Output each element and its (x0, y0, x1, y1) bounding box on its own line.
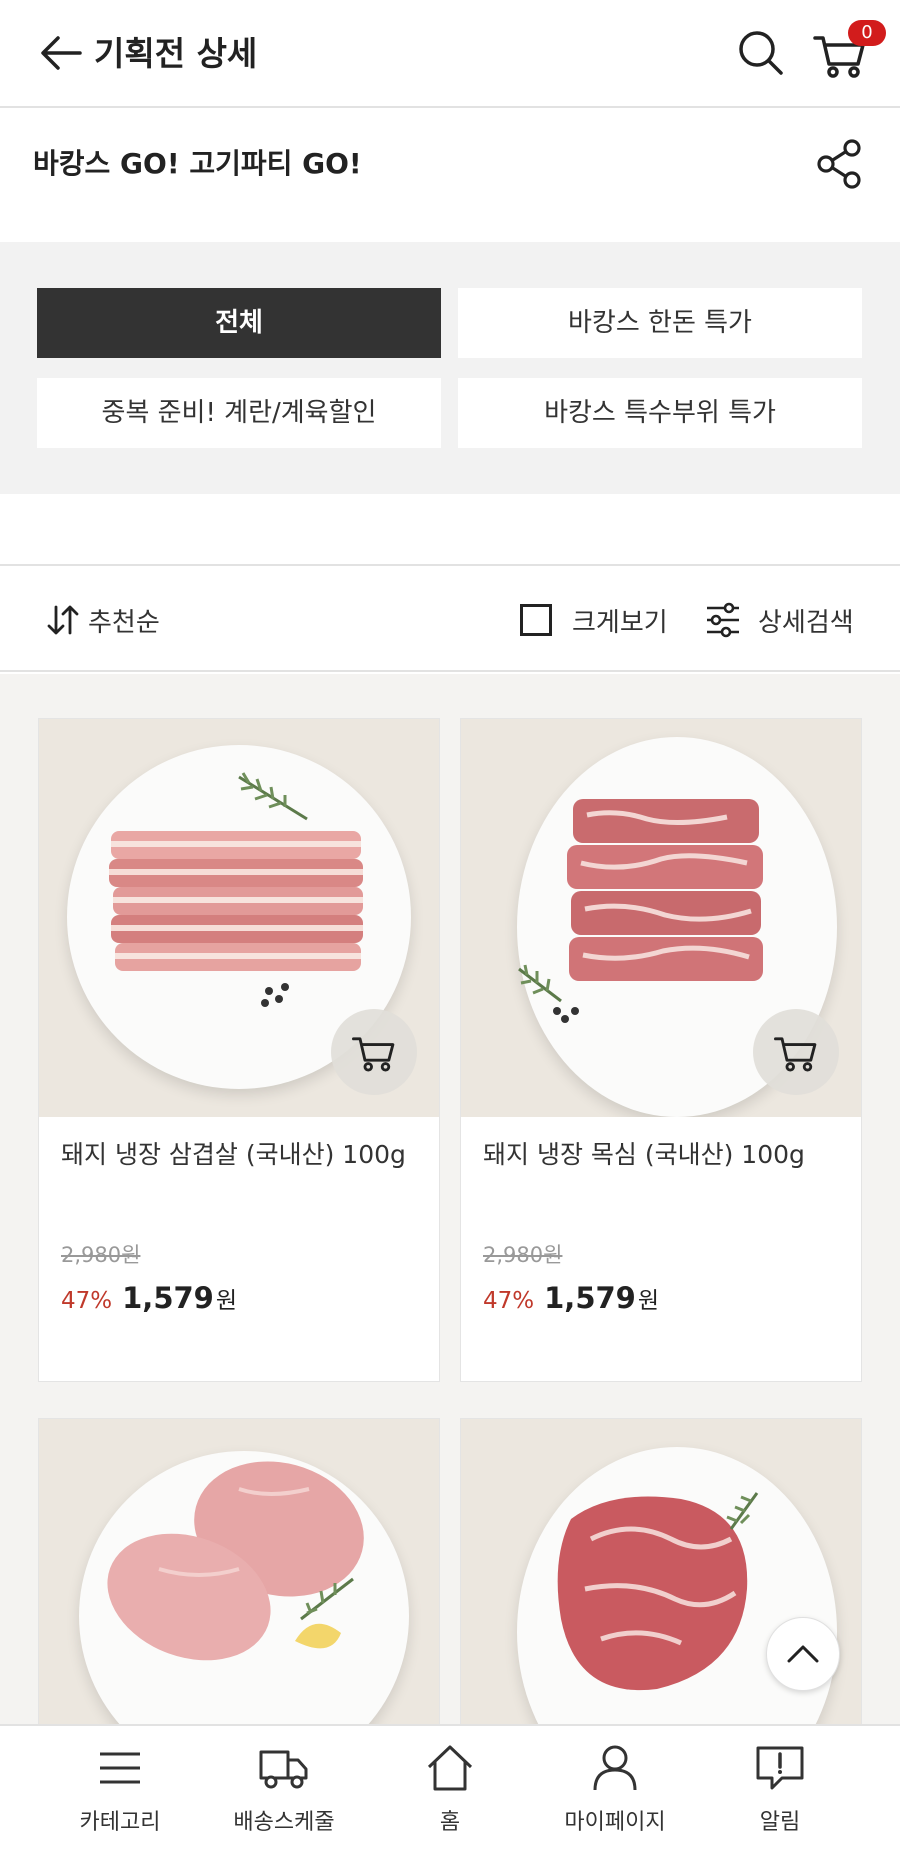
sort-filter-bar: 추천순 크게보기 상세검색 (0, 568, 900, 672)
tab-all[interactable]: 전체 (37, 288, 441, 358)
sort-label: 추천순 (88, 607, 160, 638)
menu-icon (100, 1752, 140, 1784)
product-card[interactable]: 돼지 냉장 목심 (국내산) 100g 2,980원 47% 1,579 원 (460, 718, 862, 1382)
nav-notifications[interactable]: 알림 (700, 1742, 860, 1842)
notification-icon (756, 1746, 804, 1790)
share-icon (817, 139, 861, 189)
add-to-cart-button[interactable] (331, 1009, 417, 1095)
product-name[interactable]: 돼지 냉장 삼겹살 (국내산) 100g (61, 1137, 421, 1173)
search-button[interactable] (736, 28, 786, 78)
cart-icon (774, 1037, 817, 1072)
tab-hanton-special[interactable]: 바캉스 한돈 특가 (458, 288, 862, 358)
event-title: 바캉스 GO! 고기파티 GO! (33, 147, 362, 180)
user-icon (593, 1745, 637, 1791)
nav-label: 홈 (439, 1810, 461, 1835)
product-image-pork-belly[interactable] (39, 719, 439, 1117)
page-title: 기획전 상세 (94, 34, 258, 73)
product-image-pork-neck[interactable] (461, 719, 861, 1117)
original-price: 2,980원 (483, 1243, 563, 1267)
currency-unit: 원 (215, 1288, 238, 1314)
share-button[interactable] (812, 136, 868, 192)
sort-arrows-icon (47, 605, 79, 635)
tab-special-cuts[interactable]: 바캉스 특수부위 특가 (458, 378, 862, 448)
original-price: 2,980원 (61, 1243, 141, 1267)
sort-button[interactable]: 추천순 (46, 600, 160, 640)
nav-label: 카테고리 (79, 1810, 161, 1835)
nav-label: 마이페이지 (564, 1810, 666, 1835)
discount-rate: 47% (61, 1288, 113, 1314)
arrow-left-icon (41, 36, 82, 70)
tab-egg-chicken-sale[interactable]: 중복 준비! 계란/계육할인 (37, 378, 441, 448)
cart-icon (352, 1037, 395, 1072)
product-name[interactable]: 돼지 냉장 목심 (국내산) 100g (483, 1137, 843, 1173)
category-tabs: 전체 바캉스 한돈 특가 중복 준비! 계란/계육할인 바캉스 특수부위 특가 (0, 242, 900, 494)
cart-count-badge: 0 (848, 20, 886, 46)
detail-search-label: 상세검색 (758, 607, 854, 638)
bottom-navigation: 카테고리 배송스케줄 홈 마이페이지 알림 (0, 1724, 900, 1851)
add-to-cart-button[interactable] (753, 1009, 839, 1095)
detail-search-button[interactable]: 상세검색 (704, 600, 854, 640)
top-bar: 기획전 상세 0 (0, 0, 900, 108)
nav-category[interactable]: 카테고리 (40, 1742, 200, 1842)
truck-icon (259, 1750, 308, 1789)
product-card[interactable]: 돼지 냉장 삼겹살 (국내산) 100g 2,980원 47% 1,579 원 (38, 718, 440, 1382)
discount-rate: 47% (483, 1288, 535, 1314)
home-icon (427, 1745, 473, 1791)
sale-price: 1,579 (122, 1281, 214, 1315)
sale-price: 1,579 (544, 1281, 636, 1315)
big-view-toggle[interactable]: 크게보기 (520, 600, 668, 640)
filter-sliders-icon (707, 602, 739, 638)
price-row: 47% 1,579 원 (483, 1281, 659, 1315)
nav-delivery-schedule[interactable]: 배송스케줄 (204, 1742, 364, 1842)
back-button[interactable] (36, 28, 86, 78)
currency-unit: 원 (637, 1288, 660, 1314)
search-icon (739, 31, 783, 75)
nav-my-page[interactable]: 마이페이지 (535, 1742, 695, 1842)
big-view-label: 크게보기 (572, 607, 668, 638)
event-header: 바캉스 GO! 고기파티 GO! (0, 110, 900, 242)
big-view-checkbox[interactable] (520, 604, 552, 636)
nav-label: 배송스케줄 (233, 1810, 335, 1835)
price-row: 47% 1,579 원 (61, 1281, 237, 1315)
nav-home[interactable]: 홈 (370, 1742, 530, 1842)
product-card[interactable] (38, 1418, 440, 1817)
nav-label: 알림 (759, 1810, 801, 1835)
section-spacer (0, 494, 900, 566)
chevron-up-icon (787, 1645, 819, 1663)
product-grid: 돼지 냉장 삼겹살 (국내산) 100g 2,980원 47% 1,579 원 (0, 674, 900, 1817)
scroll-to-top-button[interactable] (766, 1617, 840, 1691)
